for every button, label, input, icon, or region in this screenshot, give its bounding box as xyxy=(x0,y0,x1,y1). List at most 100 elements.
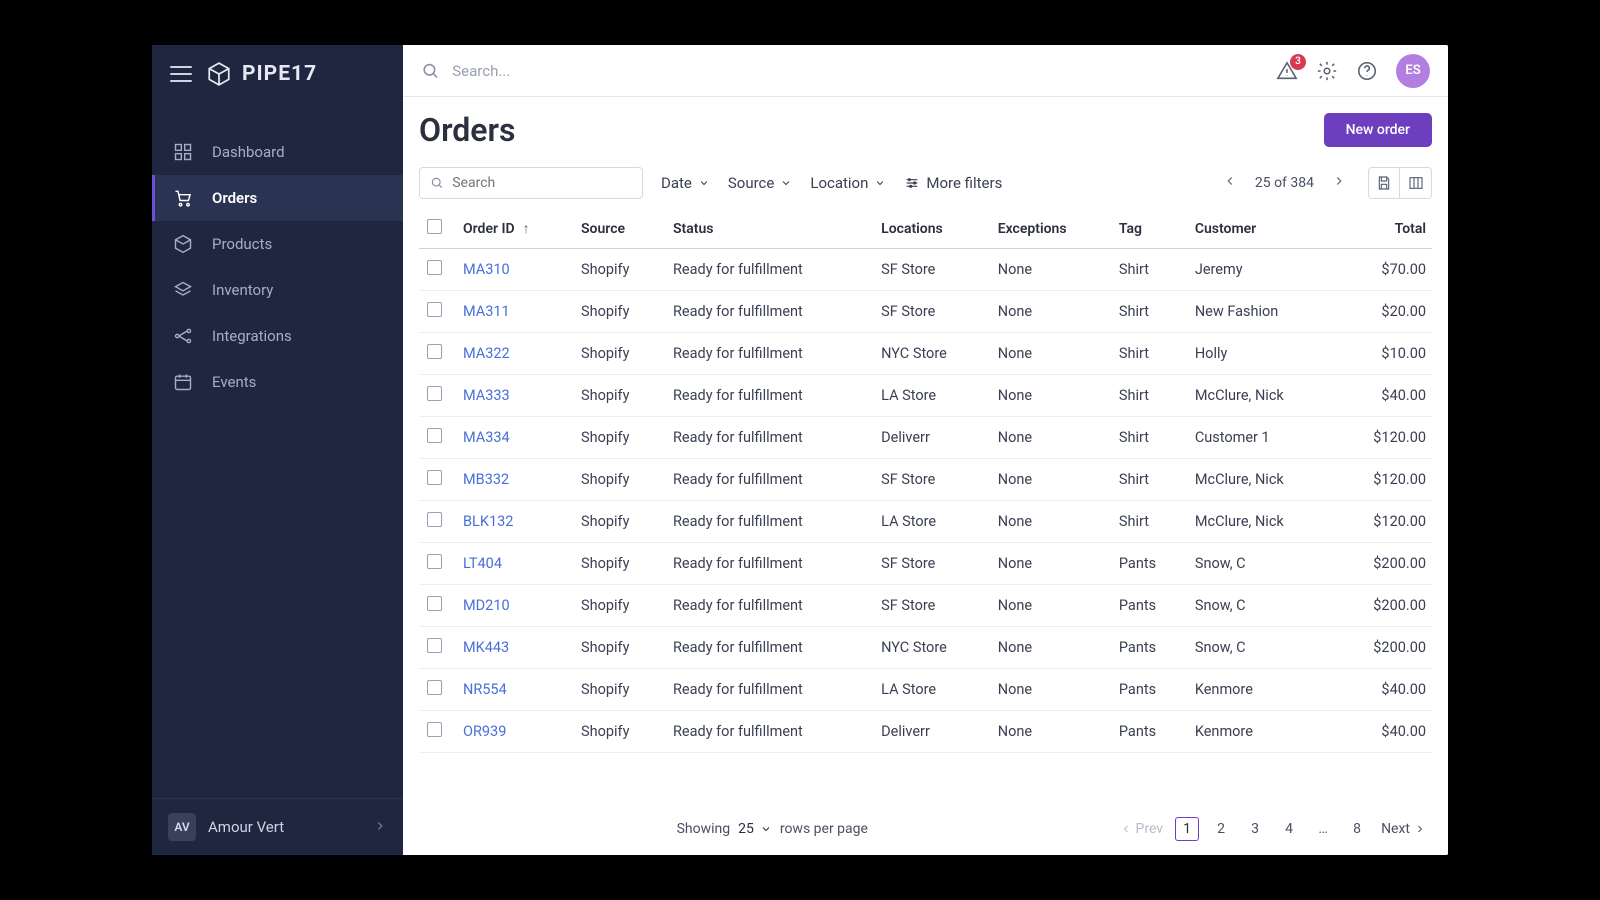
table-row: MA311ShopifyReady for fulfillmentSF Stor… xyxy=(419,291,1432,333)
help-button[interactable] xyxy=(1356,60,1378,82)
page-number[interactable]: 1 xyxy=(1175,817,1199,841)
order-id-link[interactable]: MA334 xyxy=(455,417,573,459)
order-id-link[interactable]: MA333 xyxy=(455,375,573,417)
user-avatar[interactable]: ES xyxy=(1396,54,1430,88)
global-search-input[interactable] xyxy=(452,62,1262,80)
cell-customer: McClure, Nick xyxy=(1187,375,1337,417)
col-source[interactable]: Source xyxy=(573,209,665,249)
cell-tag: Shirt xyxy=(1111,417,1187,459)
table-search-input[interactable] xyxy=(452,175,632,191)
row-checkbox[interactable] xyxy=(427,260,442,275)
cell-status: Ready for fulfillment xyxy=(665,291,873,333)
order-id-link[interactable]: LT404 xyxy=(455,543,573,585)
cell-location: LA Store xyxy=(873,669,990,711)
order-id-link[interactable]: NR554 xyxy=(455,669,573,711)
sidebar-item-products[interactable]: Products xyxy=(152,221,403,267)
sidebar-item-dashboard[interactable]: Dashboard xyxy=(152,129,403,175)
sidebar-item-inventory[interactable]: Inventory xyxy=(152,267,403,313)
cell-total: $40.00 xyxy=(1337,375,1432,417)
row-checkbox[interactable] xyxy=(427,302,442,317)
row-checkbox[interactable] xyxy=(427,428,442,443)
sidebar-item-label: Products xyxy=(212,235,272,253)
table-row: LT404ShopifyReady for fulfillmentSF Stor… xyxy=(419,543,1432,585)
workspace-switcher[interactable]: AV Amour Vert xyxy=(152,798,403,855)
page-number[interactable]: 4 xyxy=(1277,817,1301,841)
filter-date[interactable]: Date xyxy=(661,174,710,192)
page-number[interactable]: 8 xyxy=(1345,817,1369,841)
order-id-link[interactable]: MA310 xyxy=(455,249,573,291)
row-checkbox[interactable] xyxy=(427,554,442,569)
sidebar-item-events[interactable]: Events xyxy=(152,359,403,405)
select-all-checkbox[interactable] xyxy=(427,219,442,234)
sidebar: PIPE17 Dashboard Orders Products Invento… xyxy=(152,45,403,855)
cell-exceptions: None xyxy=(990,459,1111,501)
col-customer[interactable]: Customer xyxy=(1187,209,1337,249)
cell-source: Shopify xyxy=(573,711,665,753)
row-checkbox[interactable] xyxy=(427,680,442,695)
new-order-button[interactable]: New order xyxy=(1324,113,1432,147)
col-status[interactable]: Status xyxy=(665,209,873,249)
cell-total: $120.00 xyxy=(1337,459,1432,501)
pager-prev[interactable] xyxy=(1219,170,1241,196)
hamburger-icon[interactable] xyxy=(170,61,192,87)
row-checkbox[interactable] xyxy=(427,512,442,527)
sliders-icon xyxy=(904,175,920,191)
brand-logo: PIPE17 xyxy=(206,61,317,87)
cell-total: $40.00 xyxy=(1337,711,1432,753)
page-number[interactable]: 2 xyxy=(1209,817,1233,841)
sidebar-header: PIPE17 xyxy=(152,45,403,103)
order-id-link[interactable]: OR939 xyxy=(455,711,573,753)
col-order-id[interactable]: Order ID↑ xyxy=(455,209,573,249)
global-search[interactable] xyxy=(421,61,1262,81)
app-root: PIPE17 Dashboard Orders Products Invento… xyxy=(152,45,1448,855)
sidebar-item-label: Dashboard xyxy=(212,143,285,161)
sidebar-item-orders[interactable]: Orders xyxy=(152,175,403,221)
sidebar-item-integrations[interactable]: Integrations xyxy=(152,313,403,359)
row-checkbox[interactable] xyxy=(427,722,442,737)
cell-status: Ready for fulfillment xyxy=(665,375,873,417)
order-id-link[interactable]: MB332 xyxy=(455,459,573,501)
col-tag[interactable]: Tag xyxy=(1111,209,1187,249)
cell-customer: McClure, Nick xyxy=(1187,459,1337,501)
filter-source[interactable]: Source xyxy=(728,174,792,192)
cell-source: Shopify xyxy=(573,417,665,459)
cell-customer: Snow, C xyxy=(1187,627,1337,669)
page-prev[interactable]: Prev xyxy=(1120,821,1164,837)
col-total[interactable]: Total xyxy=(1337,209,1432,249)
cell-customer: McClure, Nick xyxy=(1187,501,1337,543)
col-exceptions[interactable]: Exceptions xyxy=(990,209,1111,249)
cell-location: SF Store xyxy=(873,543,990,585)
row-checkbox[interactable] xyxy=(427,596,442,611)
filter-location[interactable]: Location xyxy=(810,174,886,192)
filter-more[interactable]: More filters xyxy=(904,174,1002,192)
order-id-link[interactable]: BLK132 xyxy=(455,501,573,543)
cell-total: $200.00 xyxy=(1337,627,1432,669)
table-row: MA310ShopifyReady for fulfillmentSF Stor… xyxy=(419,249,1432,291)
page-next[interactable]: Next xyxy=(1381,821,1426,837)
pager-next[interactable] xyxy=(1328,170,1350,196)
order-id-link[interactable]: MA322 xyxy=(455,333,573,375)
row-checkbox[interactable] xyxy=(427,470,442,485)
order-id-link[interactable]: MK443 xyxy=(455,627,573,669)
col-locations[interactable]: Locations xyxy=(873,209,990,249)
row-checkbox[interactable] xyxy=(427,386,442,401)
cell-source: Shopify xyxy=(573,249,665,291)
table-row: BLK132ShopifyReady for fulfillmentLA Sto… xyxy=(419,501,1432,543)
save-view-button[interactable] xyxy=(1368,167,1400,199)
order-id-link[interactable]: MD210 xyxy=(455,585,573,627)
cell-status: Ready for fulfillment xyxy=(665,627,873,669)
row-checkbox[interactable] xyxy=(427,344,442,359)
table-search[interactable] xyxy=(419,167,643,199)
notifications-button[interactable]: 3 xyxy=(1276,60,1298,82)
rows-per-page-selector[interactable]: 25 xyxy=(738,821,772,837)
cell-customer: Snow, C xyxy=(1187,585,1337,627)
page-number[interactable]: 3 xyxy=(1243,817,1267,841)
chevron-down-icon xyxy=(874,177,886,189)
pager-mini: 25 of 384 xyxy=(1219,170,1350,196)
order-id-link[interactable]: MA311 xyxy=(455,291,573,333)
settings-button[interactable] xyxy=(1316,60,1338,82)
columns-button[interactable] xyxy=(1400,167,1432,199)
cell-status: Ready for fulfillment xyxy=(665,501,873,543)
cell-customer: Kenmore xyxy=(1187,669,1337,711)
row-checkbox[interactable] xyxy=(427,638,442,653)
